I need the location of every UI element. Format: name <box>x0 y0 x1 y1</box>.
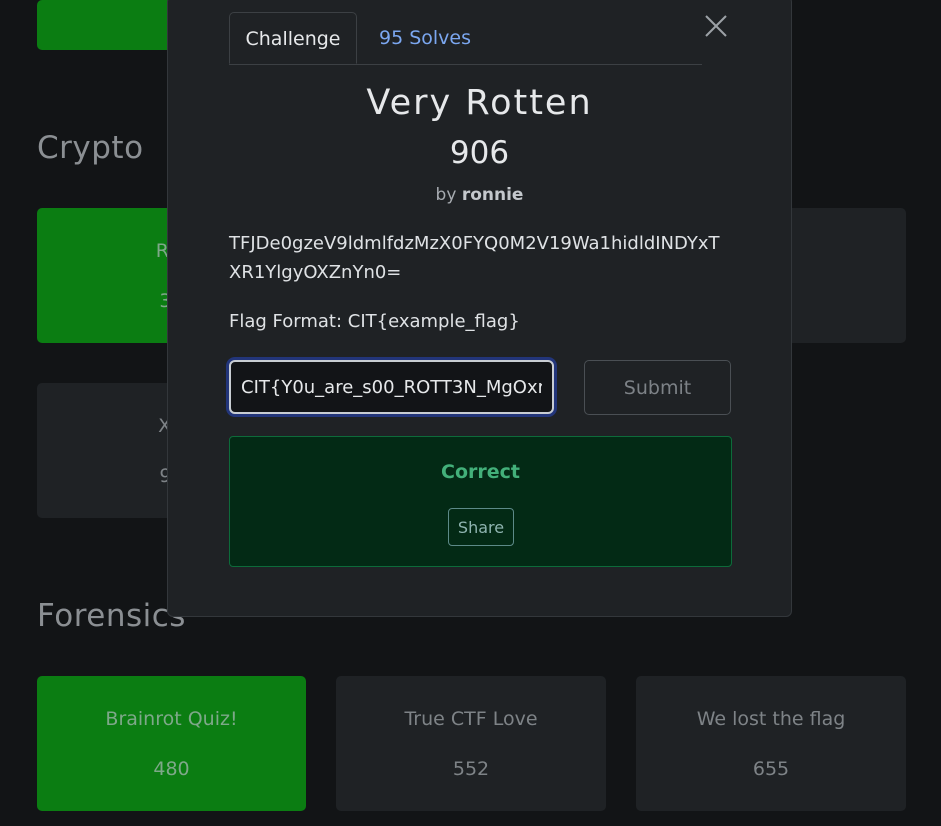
challenge-points: 552 <box>452 758 490 780</box>
challenge-name: True CTF Love <box>404 708 538 730</box>
section-title-forensics: Forensics <box>37 598 186 634</box>
challenge-card-brainrot-quiz[interactable]: Brainrot Quiz! 480 <box>37 676 306 811</box>
challenge-points: 655 <box>752 758 790 780</box>
challenge-modal: Challenge 95 Solves Very Rotten 906 by r… <box>167 0 792 617</box>
submit-button[interactable]: Submit <box>584 360 731 415</box>
result-notification: Correct Share <box>229 436 732 567</box>
challenge-card-we-lost-the-flag[interactable]: We lost the flag 655 <box>636 676 906 811</box>
tab-challenge[interactable]: Challenge <box>229 12 357 64</box>
section-title-crypto: Crypto <box>37 130 144 166</box>
author-name: ronnie <box>461 185 524 205</box>
challenge-points: 480 <box>153 758 190 780</box>
challenge-card-true-ctf-love[interactable]: True CTF Love 552 <box>336 676 606 811</box>
result-message: Correct <box>441 461 520 483</box>
challenge-name: We lost the flag <box>696 708 846 730</box>
challenge-title: Very Rotten <box>366 83 593 123</box>
share-button[interactable]: Share <box>448 508 514 546</box>
tab-solves[interactable]: 95 Solves <box>379 12 471 63</box>
challenge-author: by ronnie <box>168 185 791 205</box>
author-prefix: by <box>435 185 457 205</box>
challenge-name: Brainrot Quiz! <box>105 708 238 730</box>
close-icon <box>705 15 727 37</box>
challenge-value: 906 <box>449 135 510 171</box>
challenge-description: TFJDe0gzeV9ldmlfdzMzX0FYQ0M2V19Wa1hidldI… <box>229 233 720 283</box>
flag-format: Flag Format: CIT{example_flag} <box>229 311 520 332</box>
flag-input[interactable] <box>229 360 554 414</box>
close-button[interactable] <box>703 13 729 39</box>
modal-tabs: Challenge 95 Solves <box>229 12 702 65</box>
